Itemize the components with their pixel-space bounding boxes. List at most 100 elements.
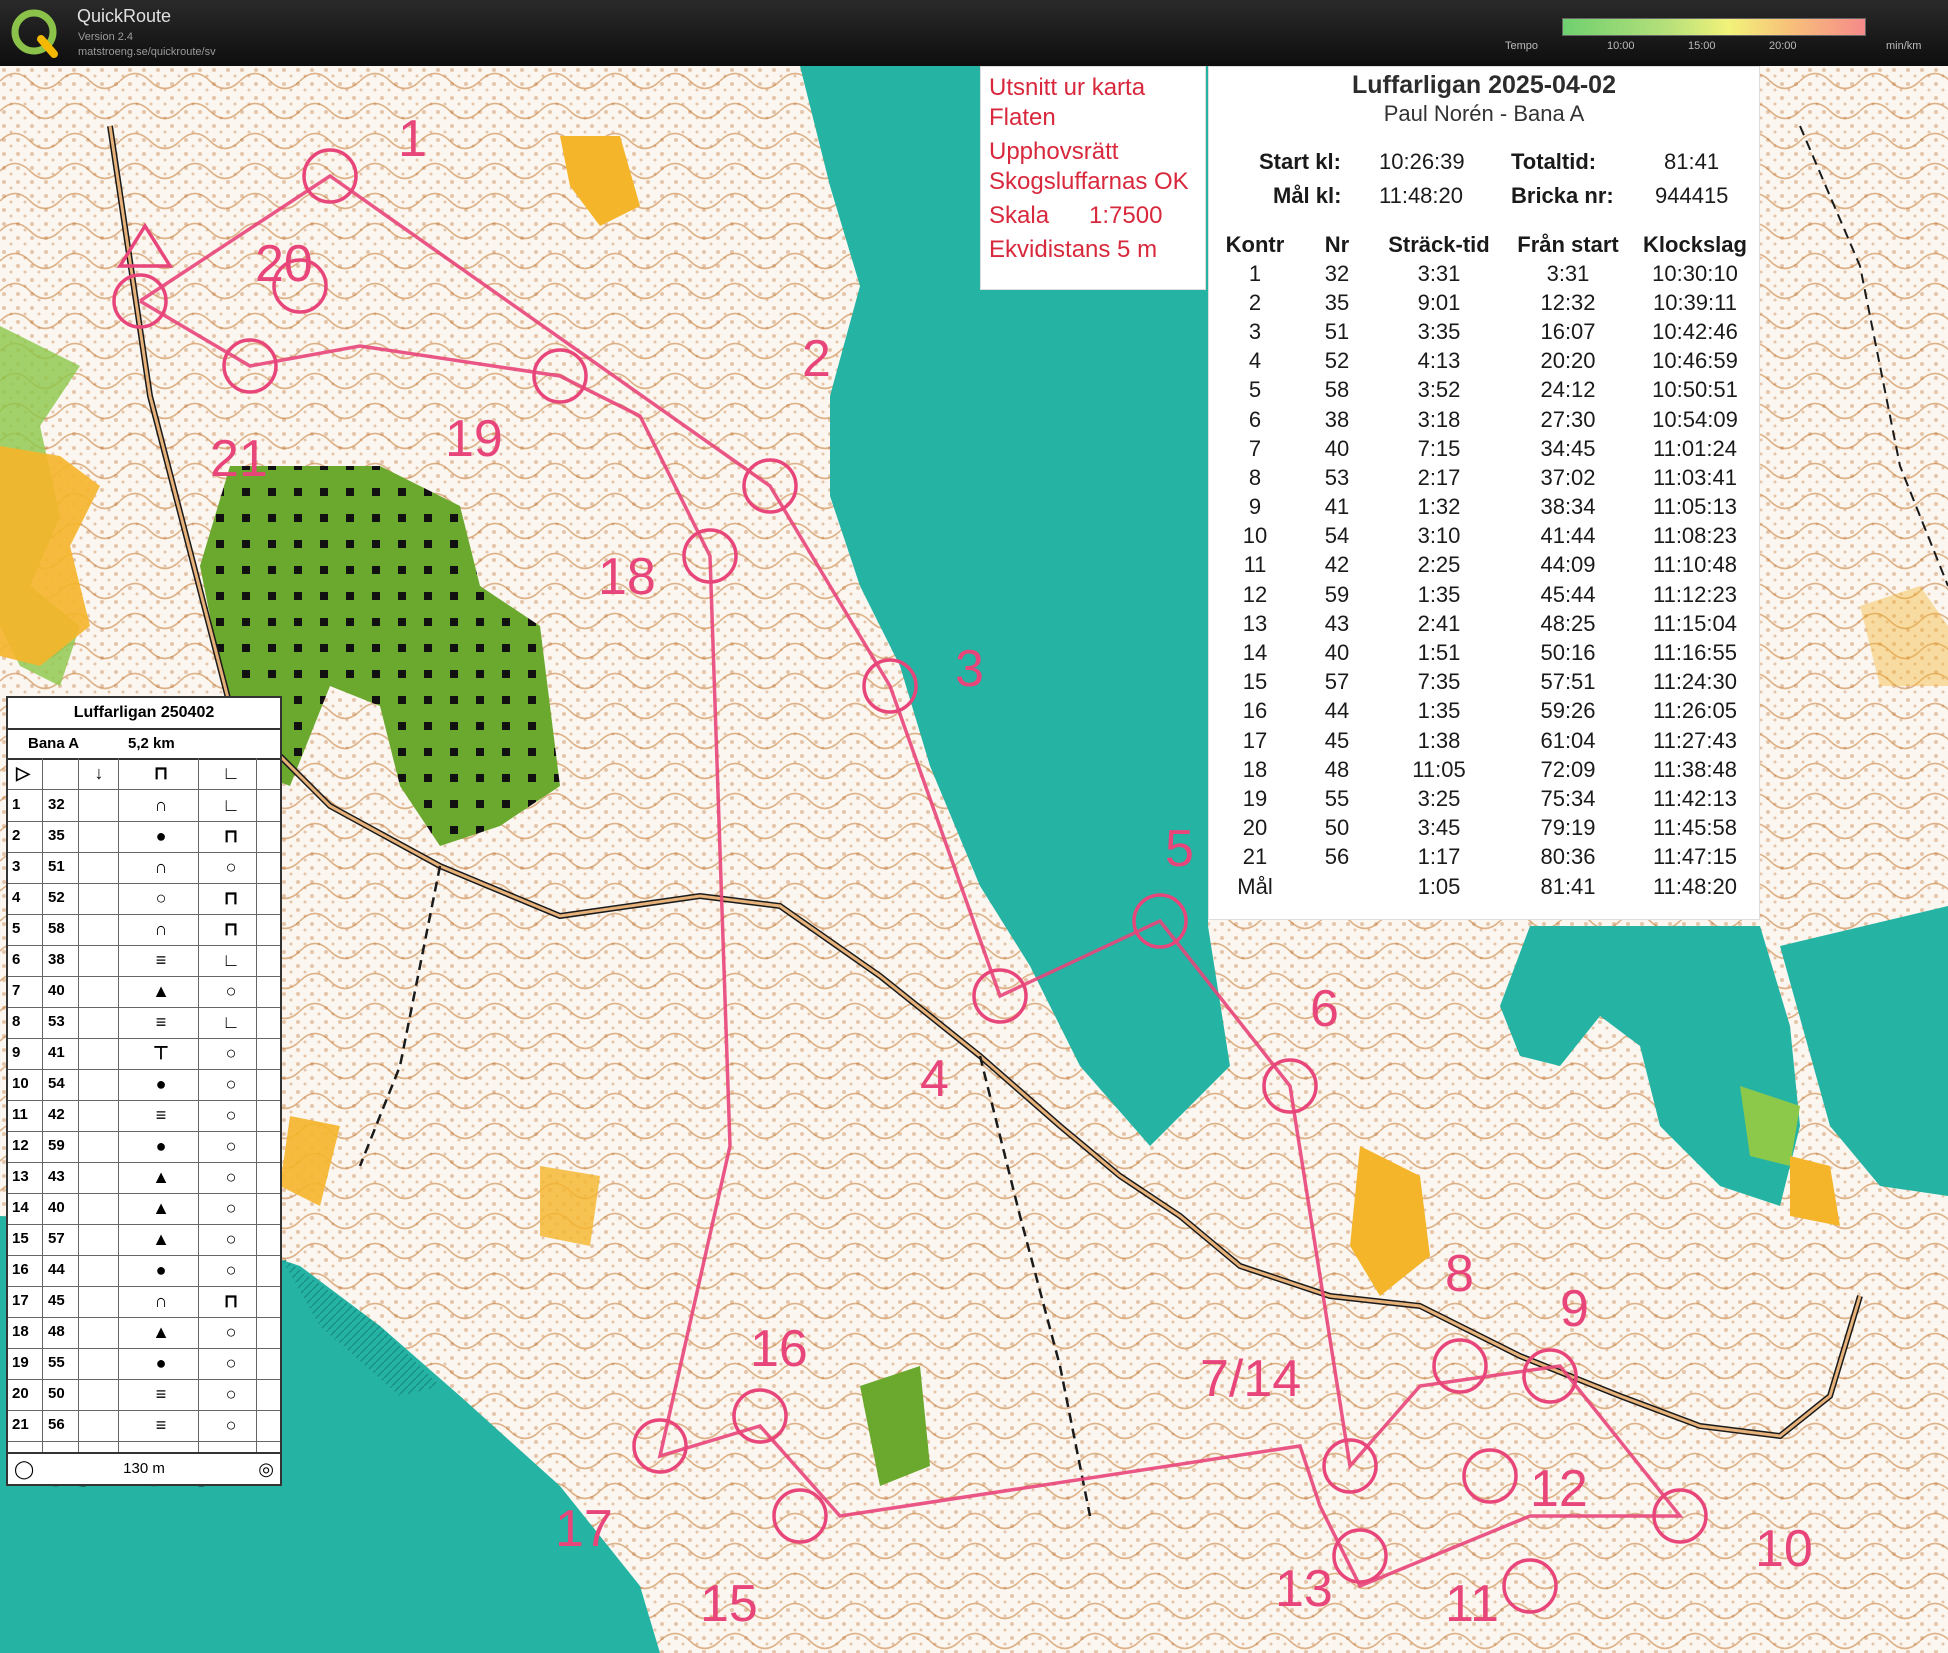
splits-cell: 50:16	[1540, 640, 1596, 666]
control-code: 50	[48, 1385, 65, 1402]
control-order: 2	[12, 827, 21, 844]
splits-row: 9 41 1:32 38:34 11:05:13	[1213, 493, 1755, 522]
description-row: 17 45 ∩ ⊓	[8, 1286, 280, 1318]
course-length: 5,2 km	[128, 735, 175, 752]
splits-cell: 11:45:58	[1652, 815, 1737, 841]
splits-cell: 1:51	[1417, 640, 1461, 666]
splits-cell: 59	[1324, 581, 1350, 607]
control-code: 56	[48, 1416, 65, 1433]
splits-cell: 3:31	[1546, 260, 1590, 286]
splits-cell: 7:15	[1417, 435, 1461, 461]
description-grid-line	[78, 758, 79, 1452]
control-order: 17	[12, 1292, 29, 1309]
control-label: 12	[1530, 1460, 1588, 1518]
splits-cell: 32	[1324, 260, 1350, 286]
splits-cell: 14	[1242, 640, 1268, 666]
splits-cell: 41	[1324, 494, 1350, 520]
control-label: 8	[1445, 1245, 1474, 1303]
control-code: 40	[48, 982, 65, 999]
control-code: 35	[48, 827, 65, 844]
feature-symbol-icon: ●	[155, 1353, 167, 1373]
control-label: 10	[1755, 1520, 1813, 1578]
splits-cell: 51	[1324, 318, 1350, 344]
splits-cell: 11:26:05	[1652, 698, 1737, 724]
splits-cell: 11:03:41	[1652, 464, 1737, 490]
control-code: 51	[48, 858, 65, 875]
control-order: 5	[12, 920, 21, 937]
control-code: 44	[48, 1261, 65, 1278]
control-order: 21	[12, 1416, 29, 1433]
finish-distance: ◯ 130 m ◎	[8, 1452, 280, 1484]
splits-column-header: Kontr	[1225, 232, 1285, 257]
splits-cell: 57	[1324, 669, 1350, 695]
splits-cell: 5	[1248, 377, 1262, 403]
splits-cell: 45	[1324, 727, 1350, 753]
splits-cell: 7:35	[1417, 669, 1461, 695]
splits-cell: 44:09	[1540, 552, 1596, 578]
splits-cell: 1	[1248, 260, 1262, 286]
map-info-line: Skogsluffarnas OK	[989, 168, 1189, 195]
description-row: 4 52 ○ ⊓	[8, 883, 280, 915]
control-label: 1	[398, 110, 427, 168]
control-code: 48	[48, 1323, 65, 1340]
control-code: 54	[48, 1075, 65, 1092]
description-row: 9 41 ⊤ ○	[8, 1038, 280, 1070]
control-order: 3	[12, 858, 21, 875]
app-url[interactable]: matstroeng.se/quickroute/sv	[78, 46, 216, 58]
splits-cell: 54	[1324, 523, 1350, 549]
splits-row: 3 51 3:35 16:07 10:42:46	[1213, 317, 1755, 346]
location-symbol-icon: ○	[225, 1167, 237, 1187]
splits-cell: 52	[1324, 348, 1350, 374]
control-code: 57	[48, 1230, 65, 1247]
control-label: 5	[1165, 820, 1194, 878]
control-label: 9	[1560, 1280, 1589, 1338]
tempo-color-scale[interactable]	[1562, 18, 1866, 36]
location-symbol-icon: ○	[225, 1229, 237, 1249]
splits-cell: 16:07	[1540, 318, 1596, 344]
splits-cell: 75:34	[1540, 785, 1596, 811]
feature-symbol-icon: ●	[155, 1074, 167, 1094]
control-label: 13	[1275, 1560, 1333, 1618]
control-order: 19	[12, 1354, 29, 1371]
splits-cell: 11:38:48	[1652, 756, 1737, 782]
splits-row: 8 53 2:17 37:02 11:03:41	[1213, 463, 1755, 492]
splits-cell: 24:12	[1540, 377, 1596, 403]
control-code: 53	[48, 1013, 65, 1030]
description-row: 10 54 ● ○	[8, 1069, 280, 1101]
description-grid-line	[118, 758, 119, 1452]
map-info-box: Utsnitt ur karta Flaten Upphovsrätt Skog…	[980, 66, 1206, 290]
tempo-tick: 20:00	[1769, 40, 1797, 52]
control-order: 6	[12, 951, 21, 968]
splits-cell: 1:05	[1417, 873, 1461, 899]
control-order: 18	[12, 1323, 29, 1340]
feature-symbol-icon: ≡	[155, 1415, 167, 1435]
control-code: 45	[48, 1292, 65, 1309]
control-order: 14	[12, 1199, 29, 1216]
splits-cell: 11:27:43	[1652, 727, 1737, 753]
splits-cell: 12	[1242, 581, 1268, 607]
splits-cell: 11:42:13	[1652, 785, 1737, 811]
control-order: 4	[12, 889, 21, 906]
splits-cell: 15	[1242, 669, 1268, 695]
feature-symbol-icon: ●	[155, 1136, 167, 1156]
splits-cell: 41:44	[1540, 523, 1596, 549]
splits-cell: 79:19	[1540, 815, 1596, 841]
control-label: 16	[750, 1320, 808, 1378]
splits-cell: 1:17	[1417, 844, 1461, 870]
finish-circle-icon: ◯	[14, 1459, 35, 1479]
results-subtitle: Paul Norén - Bana A	[1383, 101, 1585, 126]
orienteering-map[interactable]: 1 2 3 4 5 6 7/14 8 9 10 11 12 13 15 16 1…	[0, 66, 1948, 1653]
control-label: 6	[1310, 980, 1339, 1038]
description-row: 12 59 ● ○	[8, 1131, 280, 1163]
control-order: 16	[12, 1261, 29, 1278]
start-triangle-icon: ▷	[16, 763, 30, 783]
splits-cell: 38:34	[1540, 494, 1596, 520]
control-label: 17	[555, 1500, 613, 1558]
splits-column-header: Från start	[1517, 232, 1619, 257]
splits-cell: 11:48:20	[1652, 873, 1737, 899]
splits-cell: 34:45	[1540, 435, 1596, 461]
splits-cell: 11	[1243, 552, 1267, 578]
splits-cell: 3	[1248, 318, 1262, 344]
splits-cell: 11:24:30	[1652, 669, 1737, 695]
splits-cell: 21	[1242, 844, 1268, 870]
